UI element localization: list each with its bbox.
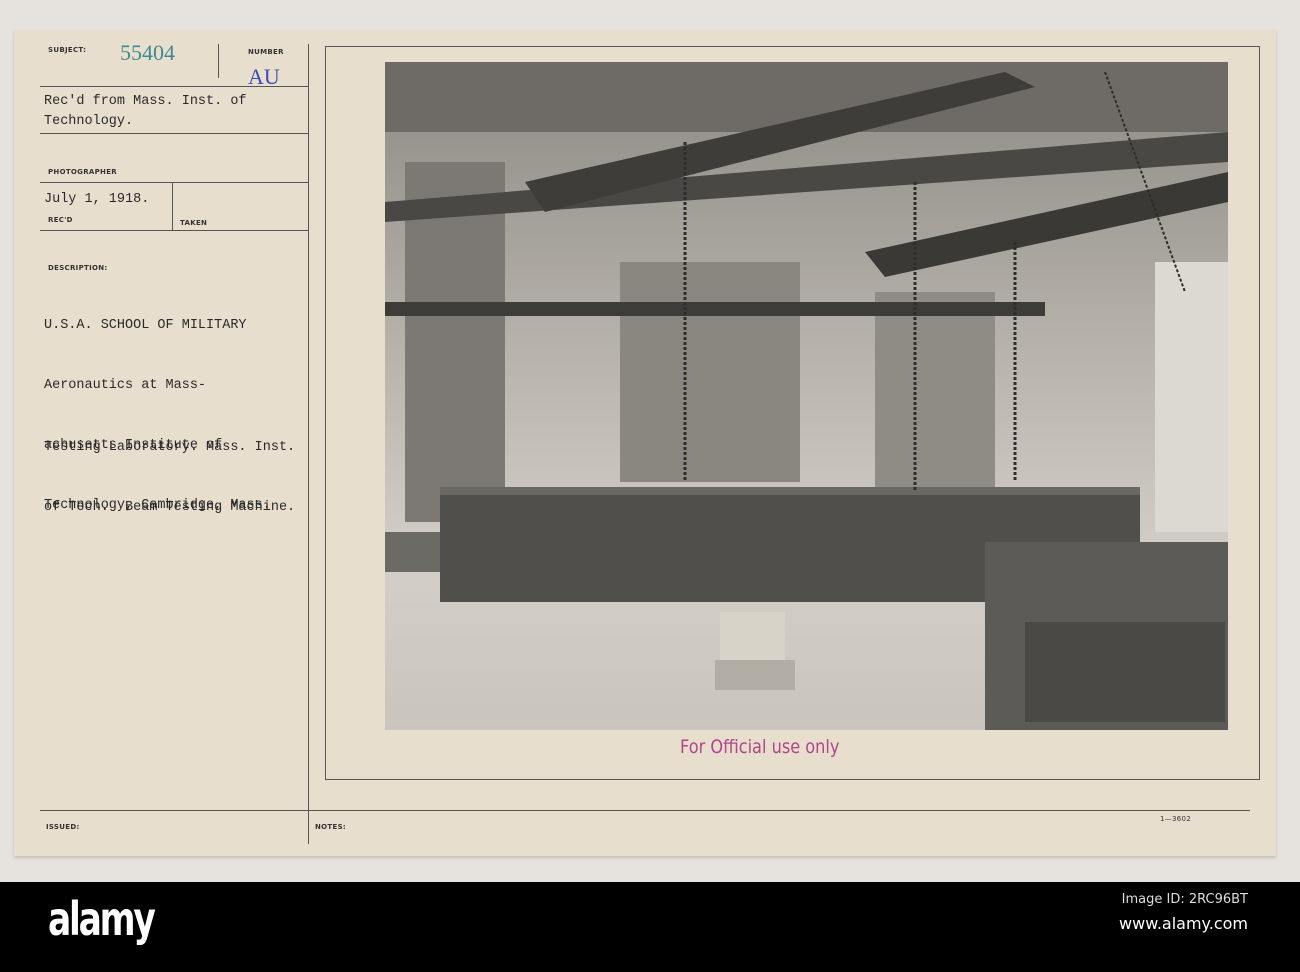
recd-label: REC'D	[48, 216, 73, 224]
received-date: July 1, 1918.	[44, 192, 150, 207]
laboratory-photograph	[385, 62, 1228, 730]
divider	[40, 86, 308, 87]
received-from: Rec'd from Mass. Inst. of Technology.	[44, 92, 247, 132]
alamy-logo: alamy	[48, 892, 156, 946]
taken-label: TAKEN	[180, 219, 208, 227]
divider	[172, 182, 173, 230]
image-id: Image ID: 2RC96BT	[1121, 892, 1248, 907]
official-use-stamp: For Official use only	[680, 736, 840, 758]
caption-line: Testing Laboratory. Mass. Inst.	[44, 440, 296, 455]
received-line: Technology.	[44, 114, 134, 129]
subject-label: SUBJECT:	[48, 46, 87, 54]
number-label: NUMBER	[248, 48, 284, 56]
notes-label: NOTES:	[315, 823, 347, 831]
divider	[40, 182, 308, 183]
divider	[218, 44, 219, 78]
alamy-url[interactable]: www.alamy.com	[1119, 914, 1248, 933]
divider	[40, 230, 308, 231]
divider	[40, 133, 308, 134]
watermark-footer: alamy Image ID: 2RC96BT www.alamy.com	[0, 882, 1300, 972]
description-label: DESCRIPTION:	[48, 264, 108, 272]
column-divider	[308, 44, 309, 844]
description-line: U.S.A. SCHOOL OF MILITARY	[44, 318, 247, 333]
form-code: 1—3602	[1160, 815, 1192, 823]
caption-line: of Tech. Beam Testing Machine.	[44, 500, 296, 515]
issued-label: ISSUED:	[46, 823, 80, 831]
subject-number: 55404	[120, 40, 175, 65]
received-line: Rec'd from Mass. Inst. of	[44, 94, 247, 109]
photo-scene	[385, 62, 1228, 730]
divider	[40, 810, 1250, 811]
photographer-label: PHOTOGRAPHER	[48, 168, 117, 176]
caption: Testing Laboratory. Mass. Inst. of Tech.…	[44, 398, 295, 538]
description-line: Aeronautics at Mass-	[44, 378, 207, 393]
